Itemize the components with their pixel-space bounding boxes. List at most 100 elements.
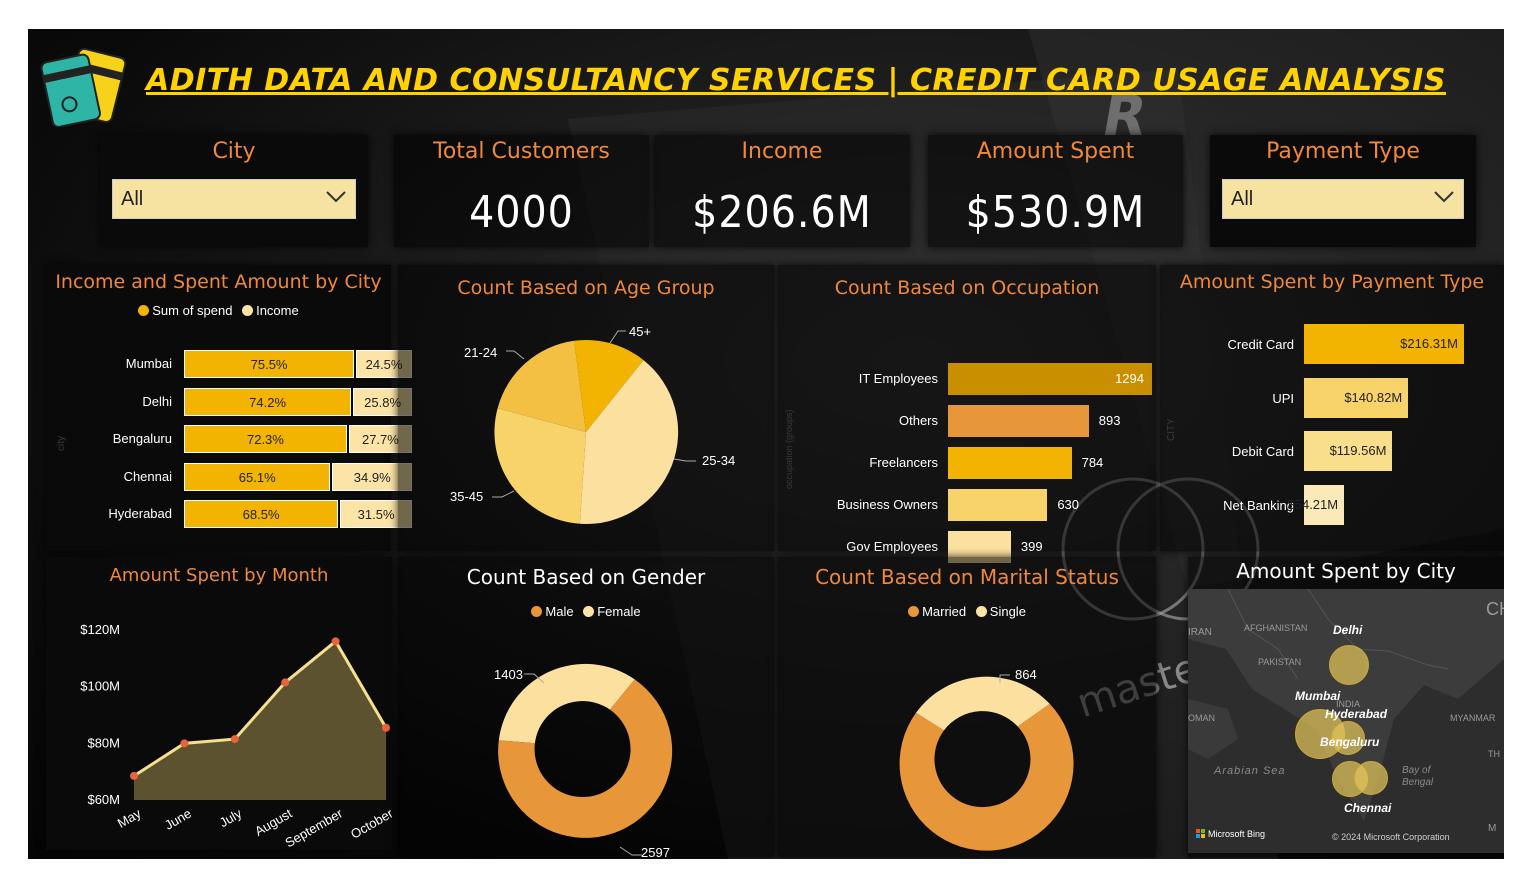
chevron-down-icon	[1434, 191, 1454, 203]
occupation-label: Others	[898, 413, 938, 428]
city-label: Delhi	[142, 393, 172, 409]
occupation-title: Count Based on Occupation	[834, 277, 1100, 299]
bing-logo-icon	[1196, 829, 1206, 839]
payment-type-filter-label: Payment Type	[1266, 139, 1420, 164]
payment-label: Credit Card	[1227, 337, 1294, 352]
chevron-down-icon	[326, 191, 346, 203]
spend-bar-label: 72.3%	[246, 432, 284, 447]
payment-bar[interactable]: $140.82M	[1304, 377, 1409, 418]
occupation-bar[interactable]: 1294	[948, 363, 1152, 395]
payment-type-dropdown[interactable]: All	[1222, 179, 1464, 219]
legend-spend-label: Sum of spend	[152, 303, 233, 318]
dashboard: R mastercard ADITH DATA AND CONSULTANCY …	[28, 29, 1504, 859]
age-label-35-45: 35-45	[450, 489, 484, 504]
month-point[interactable]	[180, 739, 189, 748]
map-copyright: © 2024 Microsoft Corporation	[1332, 832, 1450, 842]
occupation-label: IT Employees	[858, 371, 938, 386]
income-spent-legend: Sum of spend Income	[46, 303, 391, 318]
occupation-value: 1294	[1115, 371, 1144, 386]
spend-bar[interactable]: 65.1%	[184, 462, 331, 491]
age-label-25-34: 25-34	[702, 453, 736, 468]
legend-income-label: Income	[256, 303, 299, 318]
kpi-total-customers: Total Customers 4000	[394, 135, 649, 247]
payment-bar[interactable]: $216.31M	[1304, 324, 1464, 364]
map-region-oman: OMAN	[1188, 713, 1215, 723]
map-city-delhi: Delhi	[1333, 623, 1363, 637]
x-tick-label: June	[162, 806, 194, 833]
map-region-afghanistan: AFGHANISTAN	[1244, 623, 1308, 633]
age-label-21-24: 21-24	[464, 345, 498, 360]
occupation-bar[interactable]	[948, 447, 1072, 479]
donut-married	[899, 703, 1074, 851]
payment-value: $140.82M	[1344, 389, 1403, 405]
occupation-label: Business Owners	[836, 497, 938, 512]
month-point[interactable]	[230, 735, 239, 744]
y-tick-label: $100M	[80, 679, 120, 694]
map-region-m: M	[1488, 823, 1497, 834]
city-dropdown[interactable]: All	[112, 179, 356, 219]
month-point[interactable]	[331, 637, 340, 646]
credit-cards-icon	[40, 47, 127, 127]
x-tick-label: May	[115, 805, 144, 831]
by-month-chart: $120M$100M$80M$60MMay June July AugustSepte…	[80, 622, 392, 850]
spend-bar[interactable]: 72.3%	[184, 425, 347, 453]
kpi-amount-spent-value: $530.9M	[965, 187, 1146, 238]
city-filter-label: City	[212, 139, 256, 164]
payment-type-chart-title: Amount Spent by Payment Type	[1179, 271, 1485, 293]
payment-type-axis-label: CITY	[1166, 418, 1177, 441]
kpi-income-label: Income	[741, 139, 823, 164]
month-point[interactable]	[281, 678, 290, 687]
marital-donut	[899, 674, 1074, 857]
map-city-mumbai: Mumbai	[1295, 689, 1341, 703]
bubble-delhi[interactable]	[1329, 645, 1369, 685]
bubble-chennai[interactable]	[1354, 761, 1388, 795]
spend-bar[interactable]: 75.5%	[184, 350, 355, 378]
payment-label: Net Banking	[1223, 497, 1294, 513]
kpi-income-value: $206.6M	[692, 187, 872, 238]
map-city-bengaluru: Bengaluru	[1320, 735, 1380, 749]
payment-type-dropdown-value: All	[1231, 188, 1254, 210]
legend-spend-dot	[138, 305, 150, 316]
income-spent-title: Income and Spent Amount by City	[55, 271, 382, 293]
map-canvas[interactable]: AFGHANISTAN IRAN PAKISTAN INDIA OMAN MYA…	[1188, 589, 1504, 853]
occupation-value: 784	[1081, 455, 1104, 470]
spend-bar[interactable]: 74.2%	[184, 387, 352, 416]
gender-panel: Count Based on Gender Male Female 1403 2…	[398, 557, 774, 859]
spend-bar[interactable]: 68.5%	[184, 500, 339, 528]
city-dropdown-value: All	[121, 188, 144, 210]
city-label: Bengaluru	[112, 431, 172, 446]
month-point[interactable]	[382, 723, 390, 732]
payment-label: Debit Card	[1231, 444, 1294, 459]
y-tick-label: $60M	[87, 792, 120, 807]
by-month-panel: Amount Spent by Month $120M $100M $80M $60M…	[46, 557, 392, 850]
occupation-bar[interactable]	[948, 405, 1089, 437]
occupation-panel: Count Based on Occupation occupation (gr…	[778, 265, 1156, 563]
occupation-label: Freelancers	[869, 455, 938, 470]
age-group-pie	[492, 330, 696, 525]
occupation-value: 630	[1057, 497, 1080, 512]
map-region-arabian-sea: Arabian Sea	[1214, 765, 1286, 777]
kpi-income: Income $206.6M	[654, 135, 910, 247]
map-region-pakistan: PAKISTAN	[1258, 657, 1302, 667]
kpi-total-customers-label: Total Customers	[433, 139, 610, 164]
payment-value: $216.31M	[1400, 336, 1458, 351]
occupation-bar[interactable]	[948, 489, 1048, 521]
gender-female-value: 1403	[494, 667, 523, 682]
x-tick-label: September	[283, 805, 346, 850]
gender-donut	[498, 663, 673, 856]
kpi-amount-spent-label: Amount Spent	[976, 139, 1135, 164]
map-region-iran: IRAN	[1188, 627, 1212, 638]
city-label: Chennai	[123, 468, 172, 484]
payment-label: UPI	[1272, 390, 1294, 406]
age-label-45-plus: 45+	[629, 324, 652, 339]
x-tick-label: October	[348, 805, 392, 841]
payment-bar[interactable]: $54.21M	[1288, 484, 1345, 525]
map-region-ch: CH	[1486, 599, 1504, 619]
month-point[interactable]	[130, 771, 138, 780]
payment-type-filter: Payment Type All	[1210, 135, 1476, 247]
spend-bar-label: 75.5%	[250, 357, 288, 372]
map-city-hyderabad: Hyderabad	[1325, 707, 1388, 721]
payment-bar[interactable]: $119.56M	[1304, 431, 1393, 471]
y-tick-label: $120M	[80, 622, 120, 637]
city-filter: City All	[100, 135, 368, 247]
